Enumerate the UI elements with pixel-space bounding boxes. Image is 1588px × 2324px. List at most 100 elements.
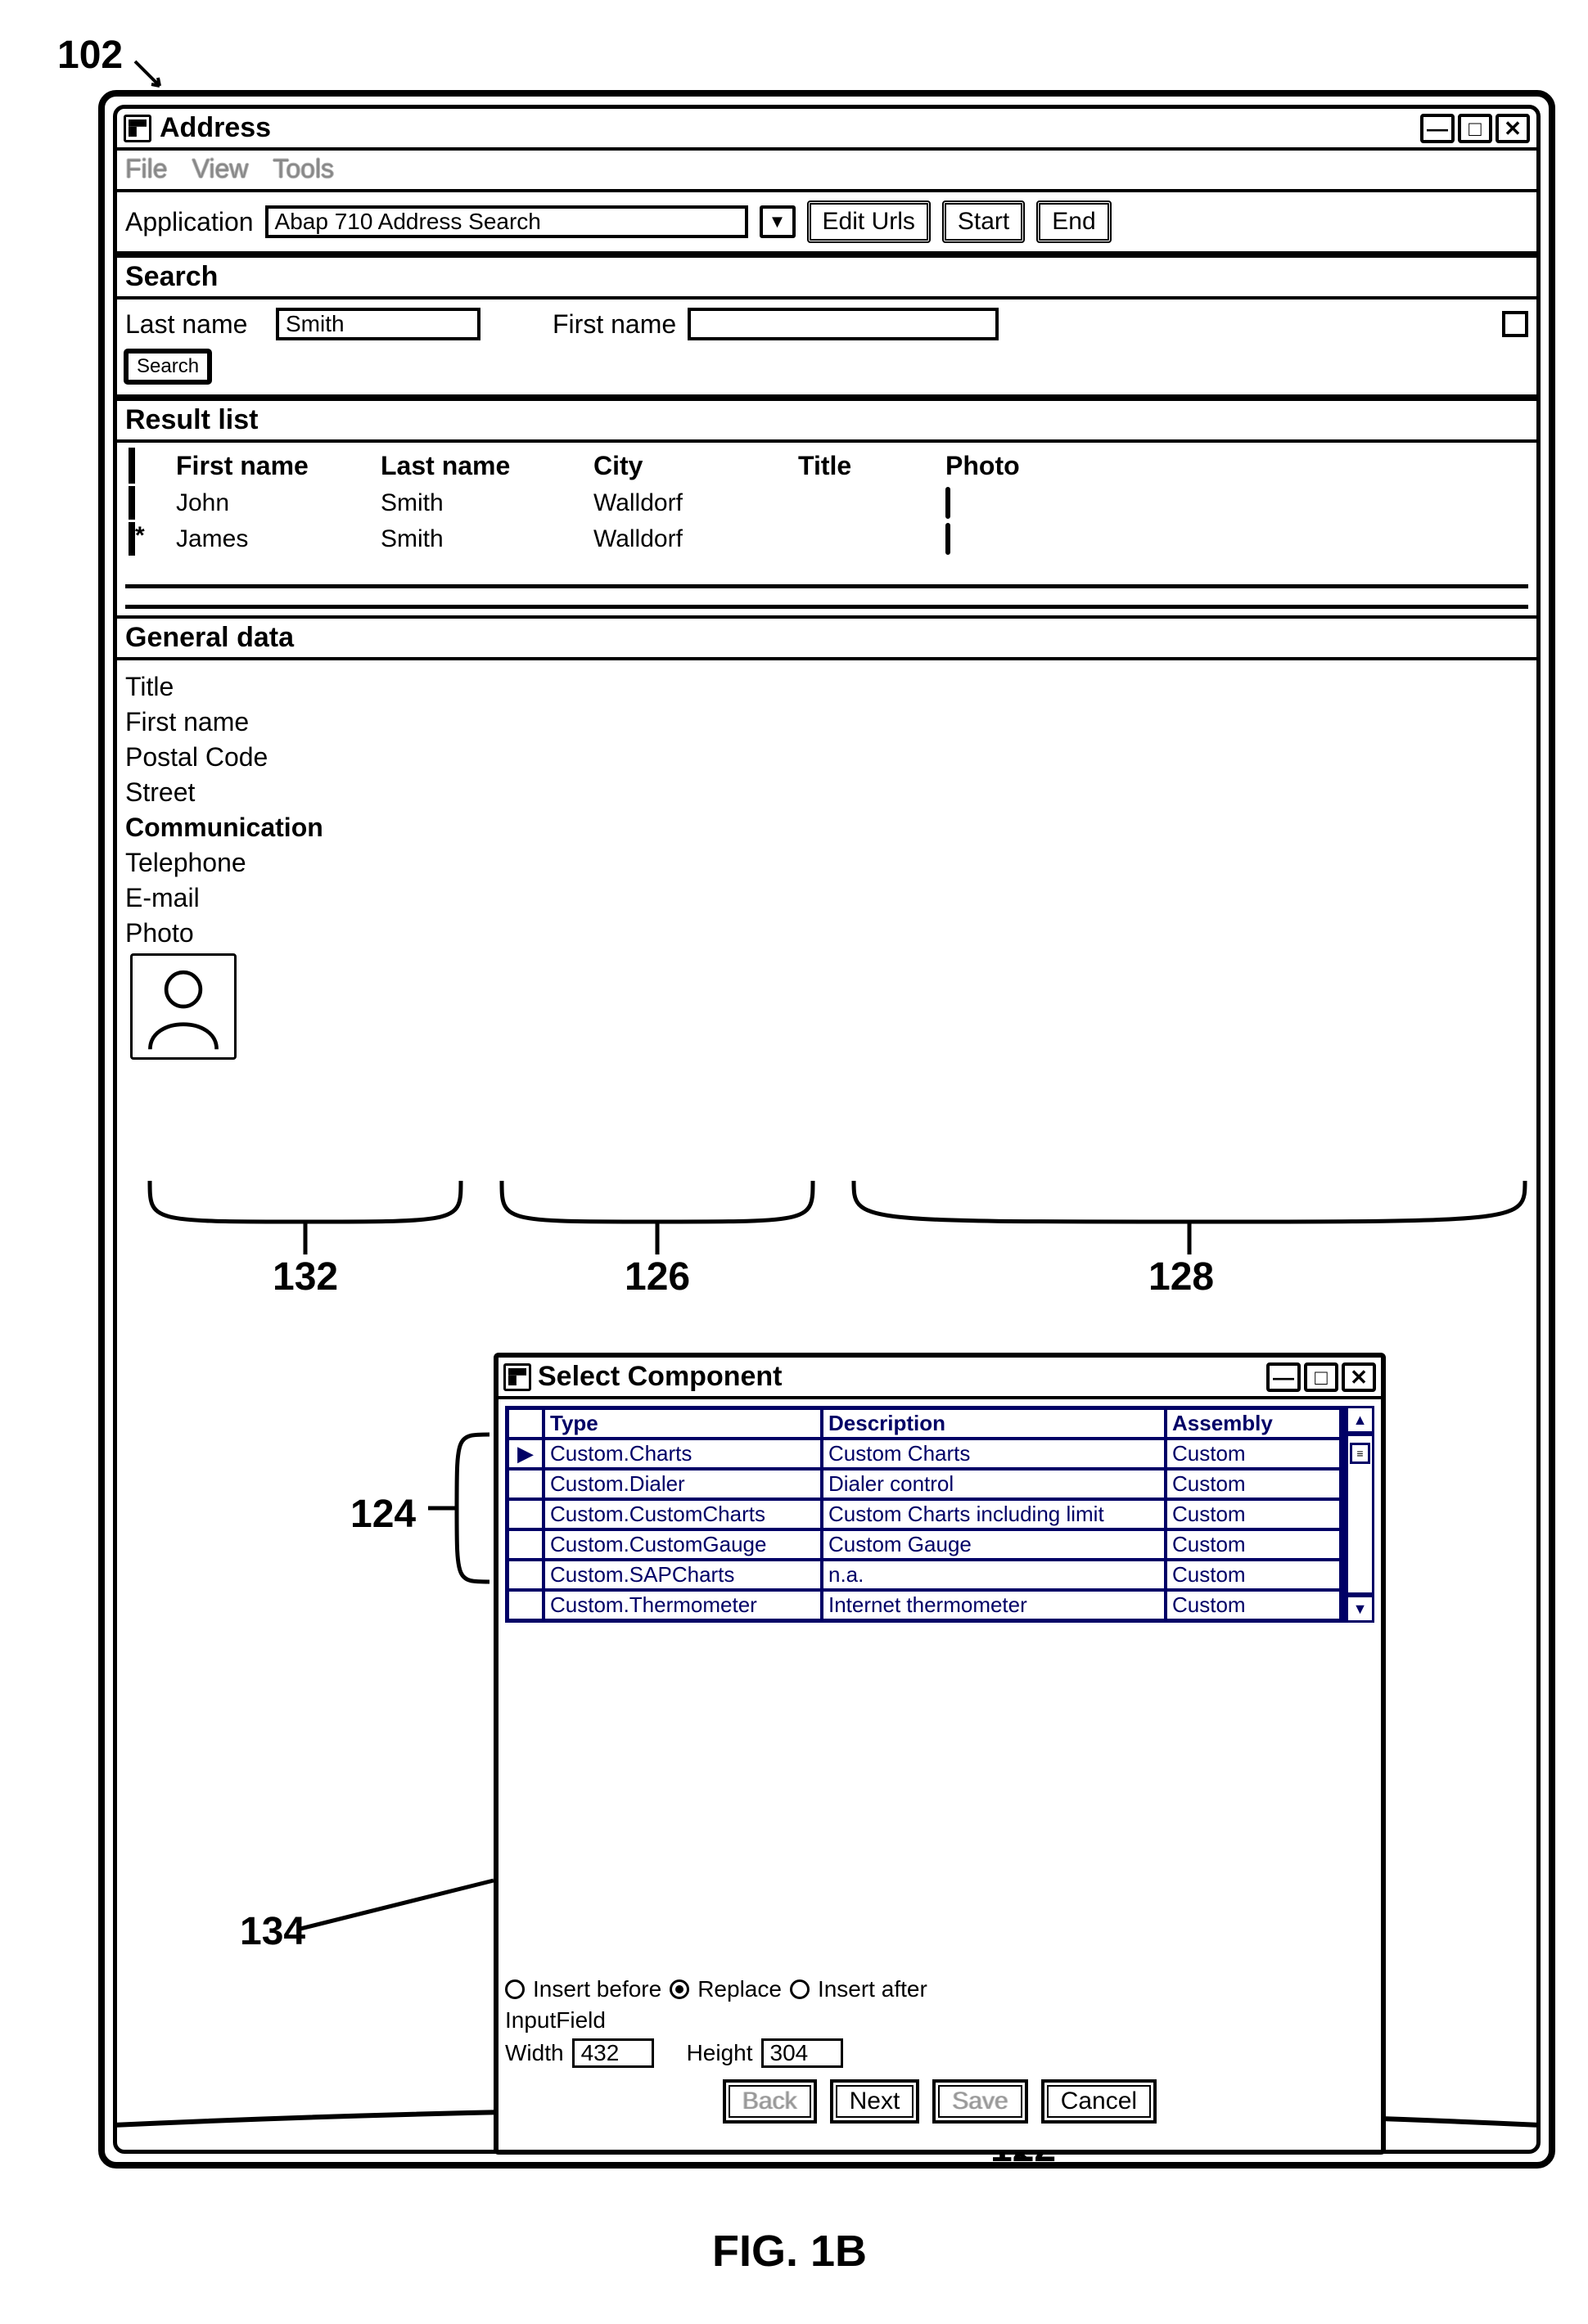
dialog-maximize-icon[interactable]: □: [1304, 1362, 1338, 1392]
callout-132: 132: [273, 1254, 338, 1299]
inner-window-frame: Address — □ ✕ File View Tools Applicatio…: [113, 105, 1541, 2154]
row-lastname: Smith: [377, 524, 590, 555]
radio-replace-label: Replace: [697, 1976, 782, 2002]
scroll-thumb[interactable]: ≡: [1350, 1443, 1370, 1464]
person-icon: [945, 523, 950, 555]
col-city: City: [590, 449, 795, 483]
row-title: [795, 538, 942, 541]
grid-row[interactable]: Custom.Dialer Dialer control Custom: [508, 1469, 1341, 1499]
callout-102: 102: [57, 33, 123, 78]
row-firstname: James: [173, 524, 377, 555]
application-field[interactable]: Abap 710 Address Search: [265, 205, 748, 238]
inputfield-label: InputField: [505, 2007, 606, 2034]
titlebar: Address — □ ✕: [117, 109, 1536, 151]
menu-tools[interactable]: Tools: [273, 154, 334, 184]
height-label: Height: [687, 2040, 753, 2066]
search-button[interactable]: Search: [125, 350, 210, 383]
component-grid[interactable]: Type Description Assembly ▶ Custom.Chart…: [505, 1406, 1343, 1623]
search-checkbox[interactable]: [1502, 311, 1528, 337]
menubar: File View Tools: [117, 151, 1536, 192]
row-city: Walldorf: [590, 488, 795, 519]
firstname-label: First name: [553, 309, 676, 340]
dialog-close-icon[interactable]: ✕: [1342, 1362, 1376, 1392]
row-city: Walldorf: [590, 524, 795, 555]
scroll-down-icon[interactable]: ▼: [1346, 1595, 1374, 1623]
row-title: [795, 502, 942, 505]
minimize-icon[interactable]: —: [1420, 114, 1455, 143]
menu-file[interactable]: File: [125, 154, 168, 184]
dialog-titlebar: Select Component — □ ✕: [499, 1358, 1381, 1399]
grid-asm: Custom: [1166, 1439, 1341, 1469]
dialog-title: Select Component: [538, 1361, 782, 1393]
start-button[interactable]: Start: [942, 200, 1025, 243]
grid-header-row: Type Description Assembly: [508, 1408, 1341, 1439]
back-button[interactable]: Back: [723, 2079, 817, 2124]
postalcode-label: Postal Code: [125, 742, 354, 772]
grid-row[interactable]: ▶ Custom.Charts Custom Charts Custom: [508, 1439, 1341, 1469]
close-icon[interactable]: ✕: [1496, 114, 1530, 143]
dialog-minimize-icon[interactable]: —: [1266, 1362, 1301, 1392]
telephone-label: Telephone: [125, 848, 354, 878]
height-input[interactable]: 304: [761, 2038, 843, 2068]
menu-view[interactable]: View: [192, 154, 249, 184]
col-title: Title: [795, 449, 942, 483]
general-panel: Title First name Postal Code Street Comm…: [117, 660, 1536, 1081]
next-button[interactable]: Next: [830, 2079, 920, 2124]
maximize-icon[interactable]: □: [1458, 114, 1492, 143]
row-lastname: Smith: [377, 488, 590, 519]
save-button[interactable]: Save: [932, 2079, 1027, 2124]
result-row[interactable]: John Smith Walldorf: [125, 488, 1528, 519]
radio-insert-after[interactable]: [790, 1979, 810, 1999]
grid-row[interactable]: Custom.SAPCharts n.a. Custom: [508, 1560, 1341, 1590]
scroll-track[interactable]: ≡: [1346, 1434, 1374, 1595]
lastname-label: Last name: [125, 309, 264, 340]
row-check-selected[interactable]: *: [129, 522, 135, 556]
radio-replace[interactable]: [670, 1979, 689, 1999]
callout-134: 134: [240, 1909, 305, 1954]
result-separator: [125, 584, 1528, 588]
scroll-up-icon[interactable]: ▲: [1346, 1406, 1374, 1434]
cancel-button[interactable]: Cancel: [1041, 2079, 1157, 2124]
firstname-input[interactable]: [688, 308, 999, 340]
callout-126: 126: [625, 1254, 690, 1299]
col-firstname: First name: [173, 449, 377, 483]
window-controls: — □ ✕: [1420, 114, 1530, 143]
dialog-buttons: Back Next Save Cancel: [505, 2073, 1374, 2125]
application-label: Application: [125, 207, 254, 237]
col-photo: Photo: [942, 449, 1040, 483]
outer-window-frame: Address — □ ✕ File View Tools Applicatio…: [98, 90, 1555, 2169]
end-button[interactable]: End: [1036, 200, 1111, 243]
photo-label: Photo: [125, 918, 354, 948]
grid-col-description: Description: [822, 1408, 1166, 1439]
width-input[interactable]: 432: [572, 2038, 654, 2068]
grid-row[interactable]: Custom.CustomGauge Custom Gauge Custom: [508, 1529, 1341, 1560]
radio-before-label: Insert before: [533, 1976, 661, 2002]
result-header: Result list: [117, 398, 1536, 443]
result-columns: First name Last name City Title Photo: [125, 449, 1528, 483]
component-grid-wrapper: Type Description Assembly ▶ Custom.Chart…: [505, 1406, 1374, 1623]
communication-label: Communication: [125, 813, 323, 843]
grid-row[interactable]: Custom.Thermometer Internet thermometer …: [508, 1590, 1341, 1620]
result-separator: [125, 605, 1528, 609]
result-row[interactable]: * James Smith Walldorf: [125, 524, 1528, 555]
figure-caption: FIG. 1B: [712, 2226, 867, 2277]
application-dropdown-icon[interactable]: ▼: [760, 205, 796, 238]
radio-after-label: Insert after: [818, 1976, 927, 2002]
window-title: Address: [160, 112, 271, 144]
lastname-input[interactable]: Smith: [276, 308, 480, 340]
edit-urls-button[interactable]: Edit Urls: [807, 200, 931, 243]
grid-scrollbar[interactable]: ▲ ≡ ▼: [1343, 1406, 1374, 1623]
grid-row[interactable]: Custom.CustomCharts Custom Charts includ…: [508, 1499, 1341, 1529]
photo-preview: [130, 953, 237, 1060]
row-check[interactable]: [129, 486, 135, 520]
radio-insert-before[interactable]: [505, 1979, 525, 1999]
search-panel: Last name Smith First name Search: [117, 300, 1536, 398]
dialog-app-icon: [503, 1363, 531, 1391]
result-hdr-check[interactable]: [129, 448, 135, 484]
callout-124: 124: [350, 1492, 416, 1537]
grid-desc: Custom Charts: [822, 1439, 1166, 1469]
grid-col-marker: [508, 1408, 544, 1439]
row-firstname: John: [173, 488, 377, 519]
app-icon: [124, 115, 151, 142]
callout-128: 128: [1148, 1254, 1214, 1299]
